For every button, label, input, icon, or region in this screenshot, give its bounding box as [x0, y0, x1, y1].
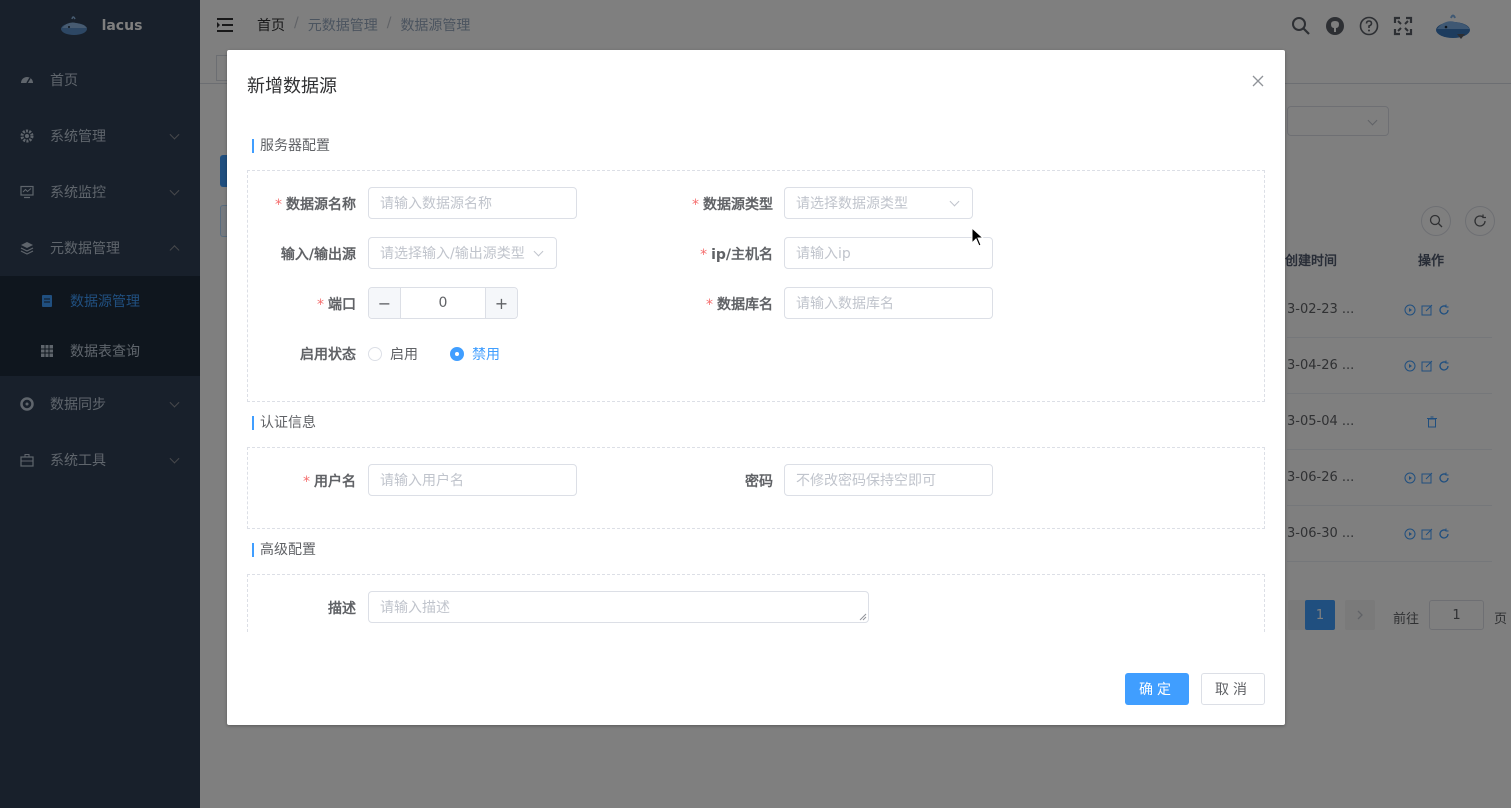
- status-radio-enable[interactable]: 启用: [368, 344, 418, 364]
- chevron-down-icon: [533, 246, 544, 257]
- label-io-source: 输入/输出源: [280, 247, 356, 263]
- radio-label: 禁用: [472, 347, 500, 363]
- radio-circle: [450, 347, 464, 361]
- label-password: 密码: [745, 474, 773, 490]
- label-datasource-name: * 数据源名称: [275, 197, 356, 213]
- chevron-down-icon: [949, 196, 960, 207]
- increment-button[interactable]: +: [485, 288, 517, 318]
- io-source-select[interactable]: 请选择输入/输出源类型: [368, 237, 557, 269]
- section-title-server: 服务器配置: [252, 139, 330, 153]
- dialog-title: 新增数据源: [247, 76, 337, 97]
- datasource-type-select[interactable]: 请选择数据源类型: [784, 187, 973, 219]
- label-database: * 数据库名: [706, 297, 773, 313]
- required-mark: *: [706, 297, 713, 313]
- label-port: * 端口: [317, 297, 356, 313]
- label-username: * 用户名: [303, 474, 356, 490]
- decrement-button[interactable]: −: [369, 288, 401, 318]
- radio-circle: [368, 347, 382, 361]
- required-mark: *: [275, 197, 282, 213]
- port-stepper[interactable]: − 0 +: [368, 287, 518, 319]
- password-input[interactable]: 不修改密码保持空即可: [784, 464, 993, 496]
- required-mark: *: [317, 297, 324, 313]
- status-radio-disable[interactable]: 禁用: [450, 344, 500, 364]
- required-mark: *: [692, 197, 699, 213]
- label-datasource-type: * 数据源类型: [692, 197, 773, 213]
- label-status: 启用状态: [300, 347, 356, 363]
- description-textarea[interactable]: 请输入描述: [368, 591, 869, 623]
- add-datasource-dialog: 新增数据源 服务器配置 * 数据源名称 请输入数据源名称 * 数据源类型 请选择数据…: [227, 50, 1285, 725]
- host-input[interactable]: 请输入ip: [784, 237, 993, 269]
- radio-label: 启用: [390, 347, 418, 363]
- database-input[interactable]: 请输入数据库名: [784, 287, 993, 319]
- confirm-button[interactable]: 确定: [1125, 673, 1189, 705]
- datasource-name-input[interactable]: 请输入数据源名称: [368, 187, 577, 219]
- section-title-advanced: 高级配置: [252, 543, 316, 557]
- required-mark: *: [303, 474, 310, 490]
- required-mark: *: [700, 247, 708, 263]
- username-input[interactable]: 请输入用户名: [368, 464, 577, 496]
- section-title-auth: 认证信息: [252, 416, 316, 430]
- label-host: * ip/主机名: [700, 247, 773, 263]
- resize-handle-icon[interactable]: [859, 613, 867, 621]
- port-value[interactable]: 0: [401, 288, 485, 318]
- close-icon[interactable]: [1251, 74, 1265, 88]
- label-description: 描述: [328, 601, 356, 617]
- cancel-button[interactable]: 取消: [1201, 673, 1265, 705]
- mouse-cursor-icon: [971, 227, 985, 247]
